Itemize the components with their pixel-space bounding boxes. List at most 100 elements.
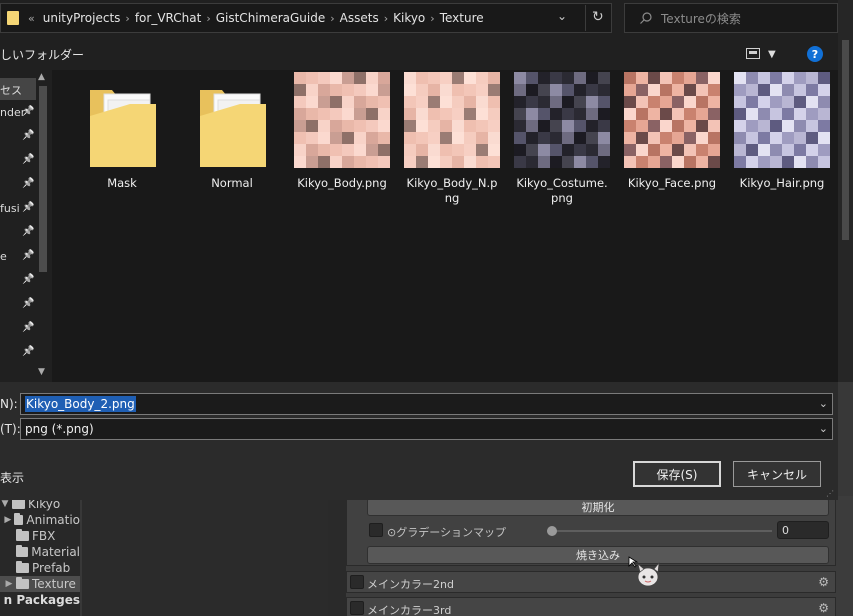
project-tree-label: Animatio	[26, 513, 80, 527]
lilToon-settings-group: 初期化 ⊙グラデーションマップ 0 焼き込み	[346, 496, 836, 566]
view-options-icon[interactable]	[746, 48, 760, 59]
nav-item[interactable]: nder 📌	[0, 102, 36, 124]
nav-item[interactable]: 📌	[0, 270, 36, 292]
address-dropdown-icon[interactable]: ⌄	[557, 9, 567, 23]
breadcrumb-item[interactable]: Texture	[435, 11, 489, 25]
nav-item[interactable]: 📌	[0, 294, 36, 316]
image-file-item[interactable]: Kikyo_Hair.png	[734, 70, 830, 210]
gradation-map-checkbox[interactable]	[369, 523, 383, 537]
project-tree-label: Texture	[32, 577, 76, 591]
breadcrumb-item[interactable]: unityProjects	[38, 11, 126, 25]
project-folder-tree: ▼ Kikyo ▶ Animatio FBX Material Prefab ▶ Texture…	[0, 496, 80, 616]
filetype-select[interactable]: png (*.png) ⌄	[20, 418, 833, 440]
search-box[interactable]: Textureの検索	[624, 3, 838, 33]
pin-icon: 📌	[22, 298, 35, 309]
pin-icon: 📌	[22, 130, 35, 141]
pin-icon: 📌	[22, 274, 35, 285]
file-name-label: Kikyo_Body.png	[297, 176, 387, 190]
chevron-down-icon[interactable]: ⌄	[819, 422, 828, 435]
breadcrumb: unityProjects › for_VRChat › GistChimeraGuid…	[38, 11, 489, 25]
nav-item[interactable]: 📌	[0, 150, 36, 172]
nav-item[interactable]: 📌	[0, 318, 36, 340]
file-name-label: Kikyo_Face.png	[627, 176, 717, 190]
image-thumbnail	[514, 72, 610, 168]
filename-label: N):	[0, 397, 18, 411]
project-tree-item[interactable]: FBX	[0, 528, 80, 544]
new-folder-button[interactable]: しいフォルダー	[0, 46, 84, 63]
gradation-slider-knob[interactable]	[547, 526, 557, 536]
main-color-3rd-checkbox[interactable]	[350, 601, 364, 615]
scrollbar-thumb[interactable]	[842, 40, 849, 240]
navigation-scrollbar[interactable]: ▲ ▼	[36, 70, 50, 382]
pin-icon: 📌	[22, 178, 35, 189]
gradation-slider-track[interactable]	[547, 530, 772, 532]
expand-arrow-icon[interactable]: ▶	[4, 579, 14, 589]
main-color-2nd-checkbox[interactable]	[350, 575, 364, 589]
project-tree-item[interactable]: ▶ Texture	[0, 576, 80, 592]
chevron-down-icon[interactable]: ▼	[768, 49, 776, 60]
folder-icon	[16, 561, 29, 573]
gear-icon[interactable]: ⚙	[818, 575, 829, 589]
image-file-item[interactable]: Kikyo_Costume.png	[514, 70, 610, 210]
nav-item[interactable]: セス	[0, 78, 36, 100]
navigation-pane: セス nder 📌 📌 📌 📌 fusi 📌 📌 e 📌 📌 📌 📌 📌	[0, 70, 36, 382]
init-button[interactable]: 初期化	[367, 498, 829, 516]
address-bar[interactable]: « unityProjects › for_VRChat › GistChimeraGu…	[0, 3, 612, 33]
project-tree-label: Prefab	[32, 561, 71, 575]
nav-item-label: fusi	[0, 202, 20, 215]
scroll-up-icon[interactable]: ▲	[38, 72, 45, 82]
project-tree-item[interactable]: n Packages	[0, 592, 80, 608]
refresh-icon[interactable]: ↻	[592, 9, 604, 25]
filetype-label: (T):	[0, 422, 21, 436]
nav-item-label: e	[0, 250, 7, 263]
project-tree-item[interactable]: ▶ Animatio	[0, 512, 80, 528]
project-tree-item[interactable]: Material	[0, 544, 80, 560]
bake-button[interactable]: 焼き込み	[367, 546, 829, 564]
address-divider	[585, 5, 586, 31]
gradation-value-field[interactable]: 0	[777, 521, 829, 539]
hide-folders-toggle[interactable]: 表示	[0, 469, 24, 486]
breadcrumb-overflow[interactable]: «	[25, 12, 38, 25]
scrollbar-thumb[interactable]	[39, 86, 47, 272]
file-list-scrollbar[interactable]	[838, 0, 853, 382]
gear-icon[interactable]: ⚙	[818, 601, 829, 615]
expand-arrow-icon[interactable]: ▶	[4, 515, 12, 525]
gradation-map-label: ⊙グラデーションマップ	[387, 526, 506, 539]
image-file-item[interactable]: Kikyo_Face.png	[624, 70, 720, 210]
resize-grip[interactable]: ⋰	[826, 489, 834, 498]
filename-field[interactable]: Kikyo_Body_2.png ⌄	[20, 393, 833, 415]
file-list-view: Mask Normal Kikyo_Body.png Kikyo_Body_N.png…	[52, 70, 838, 382]
folder-icon	[15, 545, 29, 557]
expand-arrow-icon[interactable]: ▼	[0, 499, 10, 509]
cancel-button[interactable]: キャンセル	[733, 461, 821, 487]
inspector-splitter[interactable]	[328, 496, 346, 616]
section-main-color-3rd[interactable]: メインカラー3rd ⚙	[346, 597, 836, 616]
image-file-item[interactable]: Kikyo_Body_N.png	[404, 70, 500, 210]
help-icon[interactable]: ?	[807, 46, 823, 62]
project-tree-item[interactable]: Prefab	[0, 560, 80, 576]
nav-item[interactable]: 📌	[0, 222, 36, 244]
nav-item[interactable]: 📌	[0, 174, 36, 196]
folder-item[interactable]: Normal	[184, 70, 280, 210]
breadcrumb-item[interactable]: for_VRChat	[130, 11, 207, 25]
file-name-label: Kikyo_Costume.png	[516, 176, 608, 205]
nav-item[interactable]: e 📌	[0, 246, 36, 268]
chevron-down-icon[interactable]: ⌄	[819, 397, 828, 410]
image-file-item[interactable]: Kikyo_Body.png	[294, 70, 390, 210]
save-button[interactable]: 保存(S)	[633, 461, 721, 487]
breadcrumb-item[interactable]: Assets	[335, 11, 384, 25]
breadcrumb-item[interactable]: GistChimeraGuide	[211, 11, 331, 25]
nav-item[interactable]: fusi 📌	[0, 198, 36, 220]
nav-item[interactable]: 📌	[0, 126, 36, 148]
nav-item[interactable]: 📌	[0, 342, 36, 364]
section-main-color-2nd[interactable]: メインカラー2nd ⚙	[346, 571, 836, 593]
folder-item[interactable]: Mask	[74, 70, 170, 210]
inspector-panel: 初期化 ⊙グラデーションマップ 0 焼き込み メインカラー2nd ⚙ メインカラ…	[346, 496, 853, 616]
image-thumbnail	[624, 72, 720, 168]
breadcrumb-item[interactable]: Kikyo	[388, 11, 430, 25]
scroll-down-icon[interactable]: ▼	[38, 367, 45, 377]
project-tree-label: Material	[31, 545, 80, 559]
nav-item-label: セス	[0, 84, 22, 97]
filename-value[interactable]: Kikyo_Body_2.png	[25, 396, 136, 412]
folder-icon	[90, 90, 156, 167]
